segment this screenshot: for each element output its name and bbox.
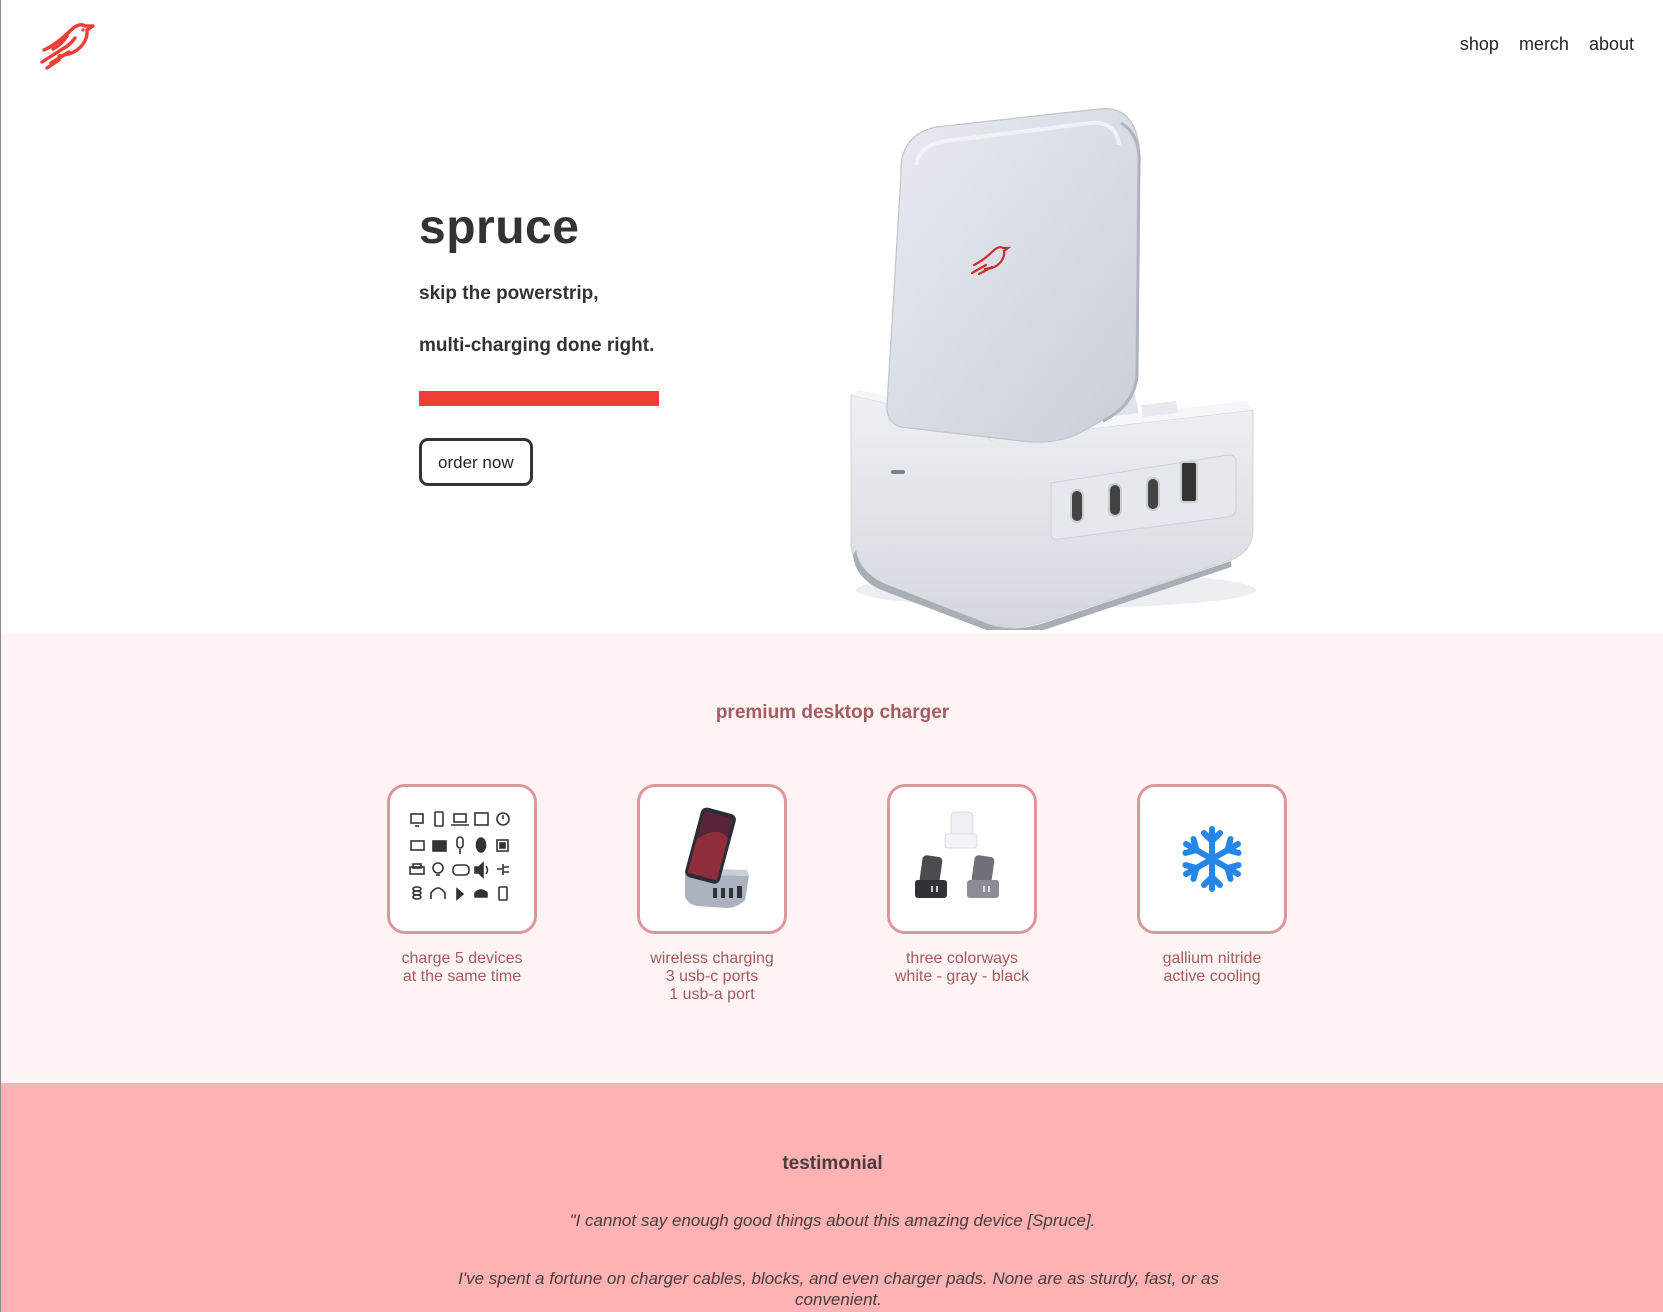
feature-card-devices: charge 5 devices at the same time — [337, 784, 587, 986]
feature-card-cooling: gallium nitride active cooling — [1087, 784, 1337, 986]
feature-card-colorways: three colorways white - gray - black — [837, 784, 1087, 986]
snowflake-icon — [1137, 784, 1287, 934]
feature-caption-line: gallium nitride — [1162, 950, 1262, 967]
hero-subtitle-line2: multi-charging done right. — [419, 335, 655, 356]
feature-caption: wireless charging 3 usb-c ports 1 usb-a … — [587, 950, 837, 1004]
hero-section: spruce skip the powerstrip, multi-chargi… — [1, 0, 1663, 635]
charger-product-image — [841, 105, 1261, 635]
feature-caption-line: three colorways — [905, 950, 1019, 967]
features-section: premium desktop charger charge 5 devices… — [1, 634, 1663, 1083]
feature-caption-line: charge 5 devices — [401, 950, 523, 967]
testimonial-quote-line2: I've spent a fortune on charger cables, … — [458, 1269, 1219, 1309]
hero-title: spruce — [419, 201, 580, 254]
feature-caption-line: wireless charging — [650, 950, 774, 967]
testimonial-section: testimonial "I cannot say enough good th… — [1, 1083, 1663, 1312]
features-title: premium desktop charger — [715, 702, 950, 723]
feature-caption: charge 5 devices at the same time — [337, 950, 587, 986]
colorways-image — [887, 784, 1037, 934]
wireless-charging-image — [637, 784, 787, 934]
feature-caption-line: active cooling — [1163, 968, 1261, 985]
feature-caption: gallium nitride active cooling — [1087, 950, 1337, 986]
order-now-button[interactable]: order now — [419, 438, 533, 486]
hero-subtitle-line1: skip the powerstrip, — [419, 283, 599, 304]
device-grid-icon — [387, 784, 537, 934]
testimonial-quote-line1: "I cannot say enough good things about t… — [569, 1211, 1096, 1230]
feature-caption-line: 1 usb-a port — [669, 986, 755, 1003]
accent-divider — [419, 391, 659, 406]
feature-caption-line: 3 usb-c ports — [665, 968, 759, 985]
feature-caption: three colorways white - gray - black — [837, 950, 1087, 986]
testimonial-title: testimonial — [782, 1153, 883, 1174]
feature-caption-line: white - gray - black — [894, 968, 1030, 985]
feature-card-wireless: wireless charging 3 usb-c ports 1 usb-a … — [587, 784, 837, 1004]
hero-text: spruce skip the powerstrip, multi-chargi… — [419, 200, 659, 486]
feature-caption-line: at the same time — [402, 968, 522, 985]
